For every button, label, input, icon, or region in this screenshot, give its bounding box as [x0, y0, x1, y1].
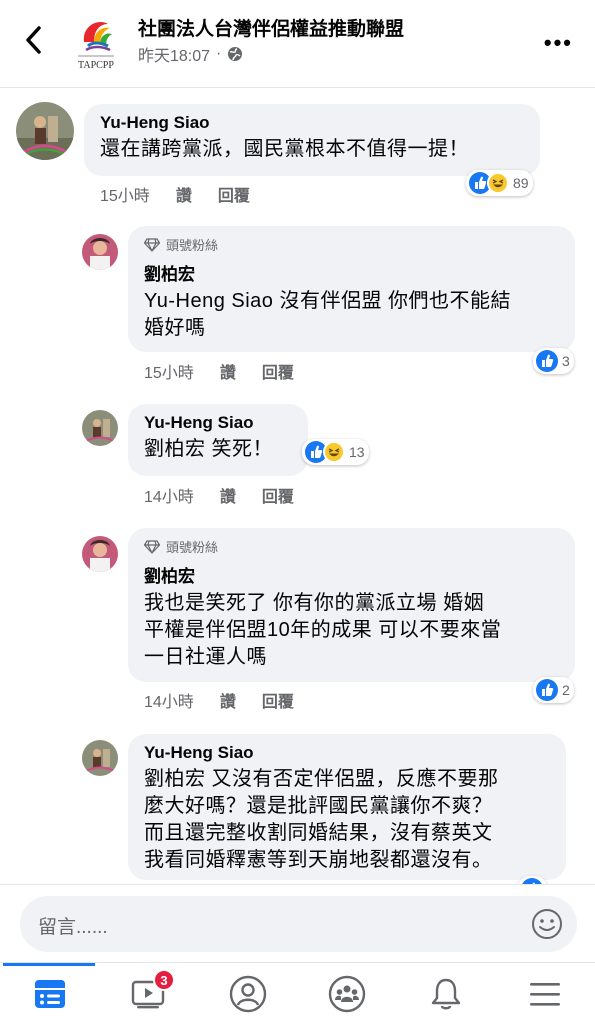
post-time[interactable]: 昨天18:07	[138, 42, 210, 66]
comment-author[interactable]: 劉柏宏	[144, 562, 559, 587]
more-options-icon[interactable]: •••	[544, 30, 573, 56]
avatar[interactable]	[82, 234, 118, 270]
top-fan-badge: 頭號粉絲	[144, 235, 559, 254]
comment-text-line: 而且還完整收割同婚結果，沒有蔡英文	[144, 822, 493, 844]
comment-bubble[interactable]: Yu-Heng Siao 劉柏宏 又沒有否定伴侶盟，反應不要那 麼大好嗎？還是批…	[128, 734, 566, 880]
like-button[interactable]: 讚	[220, 688, 236, 712]
page-name[interactable]: 社團法人台灣伴侶權益推動聯盟	[138, 14, 404, 41]
post-meta: 昨天18:07 ·	[138, 42, 243, 66]
comment-bubble[interactable]: 頭號粉絲 劉柏宏 我也是笑死了 你有你的黨派立場 婚姻 平權是伴侶盟10年的成果…	[128, 528, 575, 682]
comment-author[interactable]: 劉柏宏	[144, 260, 559, 285]
comment-bubble[interactable]: Yu-Heng Siao 劉柏宏 笑死！	[128, 404, 308, 476]
reaction-summary[interactable]: 13	[302, 439, 369, 465]
comment-text-line: 我也是笑死了 你有你的黨派立場 婚姻	[144, 592, 485, 614]
bottom-tab-bar: 3	[0, 962, 595, 1024]
avatar[interactable]	[82, 536, 118, 572]
comment-time[interactable]: 14小時	[144, 688, 194, 712]
comment-text: 劉柏宏 笑死！	[144, 438, 274, 460]
comment-actions: 14小時 讚 回覆	[144, 688, 294, 712]
tab-notifications[interactable]	[396, 963, 495, 1024]
comment-author[interactable]: Yu-Heng Siao	[144, 413, 292, 433]
comment-actions: 15小時 讚 回覆	[144, 359, 294, 383]
comment-input-placeholder: 留言......	[38, 917, 108, 938]
reaction-count: 13	[349, 444, 365, 460]
comment-text-line: 婚好嗎	[144, 317, 206, 339]
comment-text-line: 平權是伴侶盟10年的成果 可以不要來當	[144, 619, 502, 641]
comment-actions: 14小時 讚 回覆	[144, 483, 294, 507]
like-icon	[536, 679, 558, 701]
comment-time[interactable]: 14小時	[144, 483, 194, 507]
comment-text-line: 麼大好嗎？還是批評國民黨讓你不爽？	[144, 795, 493, 817]
like-button[interactable]: 讚	[220, 359, 236, 383]
post-header: TAPCPP 社團法人台灣伴侶權益推動聯盟 昨天18:07 · •••	[0, 0, 595, 88]
comment-author[interactable]: Yu-Heng Siao	[100, 113, 524, 133]
tab-profile[interactable]	[198, 963, 297, 1024]
comment-text-line: 劉柏宏 又沒有否定伴侶盟，反應不要那	[144, 768, 499, 790]
avatar[interactable]	[82, 740, 118, 776]
comment-author[interactable]: Yu-Heng Siao	[144, 743, 550, 763]
haha-icon	[323, 441, 345, 463]
reply-button[interactable]: 回覆	[262, 483, 294, 507]
avatar[interactable]	[16, 102, 74, 160]
comment-input[interactable]: 留言......	[20, 896, 577, 952]
tab-news-feed[interactable]	[0, 963, 99, 1024]
comment-time[interactable]: 15小時	[144, 359, 194, 383]
top-fan-badge: 頭號粉絲	[144, 537, 559, 556]
reaction-summary[interactable]: 3	[533, 348, 574, 374]
reaction-count: 89	[513, 175, 529, 191]
reply-button[interactable]: 回覆	[262, 359, 294, 383]
avatar[interactable]	[82, 410, 118, 446]
reaction-count: 3	[562, 353, 570, 369]
comment-text-line: 一日社運人嗎	[144, 646, 267, 668]
badge-label: 頭號粉絲	[166, 540, 219, 555]
meta-separator: ·	[216, 45, 222, 62]
like-button[interactable]: 讚	[220, 483, 236, 507]
haha-icon	[487, 172, 509, 194]
tab-groups[interactable]	[297, 963, 396, 1024]
diamond-icon	[144, 539, 160, 554]
comment-composer: 留言......	[0, 884, 595, 962]
notifications-icon	[431, 978, 460, 1010]
comment-bubble[interactable]: Yu-Heng Siao 還在講跨黨派，國民黨根本不值得一提！	[84, 104, 540, 176]
like-icon	[536, 350, 558, 372]
reaction-count: 2	[562, 682, 570, 698]
groups-icon	[328, 975, 365, 1013]
comment-actions: 15小時 讚 回覆	[100, 182, 250, 206]
badge-label: 頭號粉絲	[166, 238, 219, 253]
comment-text: 還在講跨黨派，國民黨根本不值得一提！	[100, 138, 469, 160]
diamond-icon	[144, 237, 160, 252]
comment-bubble[interactable]: 頭號粉絲 劉柏宏 Yu-Heng Siao 沒有伴侶盟 你們也不能結 婚好嗎	[128, 226, 575, 352]
tab-watch[interactable]: 3	[99, 963, 198, 1024]
tab-menu[interactable]	[495, 963, 594, 1024]
notification-badge: 3	[153, 969, 175, 991]
reaction-summary[interactable]: 2	[533, 677, 574, 703]
comment-text-line: Yu-Heng Siao 沒有伴侶盟 你們也不能結	[144, 290, 512, 312]
comment-time[interactable]: 15小時	[100, 182, 150, 206]
globe-icon	[228, 47, 243, 61]
reply-button[interactable]: 回覆	[262, 688, 294, 712]
like-button[interactable]: 讚	[176, 182, 192, 206]
comment-text-line: 我看同婚釋憲等到天崩地裂都還沒有。	[144, 849, 493, 871]
reply-button[interactable]: 回覆	[218, 182, 250, 206]
profile-icon	[229, 975, 266, 1013]
reaction-summary[interactable]: 89	[466, 170, 533, 196]
menu-icon	[529, 983, 560, 1006]
page-logo[interactable]: TAPCPP	[70, 12, 122, 72]
news-feed-icon	[34, 980, 65, 1008]
logo-text: TAPCPP	[78, 60, 114, 71]
back-arrow-icon[interactable]	[20, 22, 48, 58]
emoji-icon[interactable]	[531, 908, 563, 940]
